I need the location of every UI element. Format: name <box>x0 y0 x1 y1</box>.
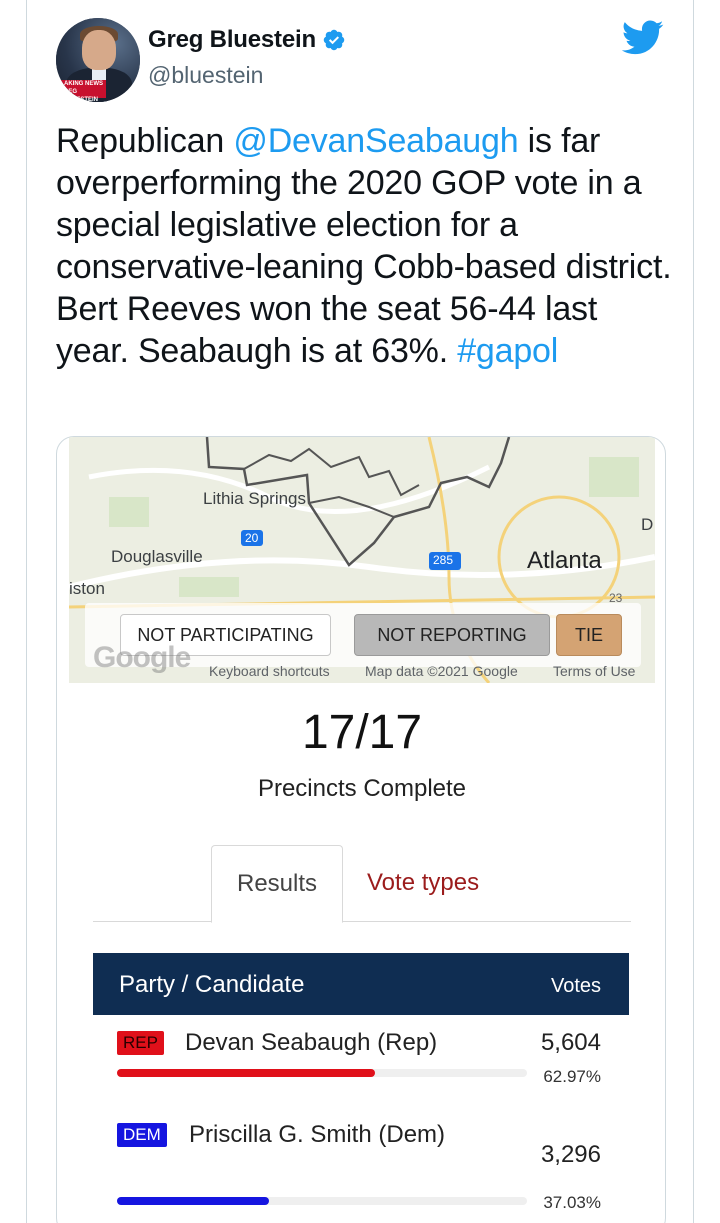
precincts-label: Precincts Complete <box>257 775 467 802</box>
candidate-votes: 3,296 <box>540 1141 601 1168</box>
author-avatar[interactable]: AKING NEWS REG BLUESTEIN <box>56 18 140 102</box>
tab-vote-types[interactable]: Vote types <box>367 869 479 897</box>
vote-share-bar <box>117 1069 527 1077</box>
header-candidate: Party / Candidate <box>119 971 305 998</box>
legend-tie[interactable]: TIE <box>556 614 622 656</box>
precincts-count: 17/17 <box>301 706 423 759</box>
tabs-divider <box>93 921 631 922</box>
map-label: iston <box>69 579 105 598</box>
map-label: Atlanta <box>527 547 602 574</box>
tweet-media-image[interactable]: Lithia Springs Douglasville Atlanta isto… <box>56 436 666 1223</box>
highway-shield: 20 <box>245 531 259 545</box>
candidate-votes: 5,604 <box>540 1029 601 1056</box>
map-label: Lithia Springs <box>203 489 307 508</box>
map-label: Douglasville <box>111 547 203 566</box>
party-badge-rep: REP <box>117 1031 164 1055</box>
author-handle[interactable]: @bluestein <box>148 62 263 89</box>
mention-link[interactable]: @DevanSeabaugh <box>233 122 518 160</box>
twitter-bird-icon[interactable] <box>622 20 664 56</box>
keyboard-shortcuts-link[interactable]: Keyboard shortcuts <box>209 663 330 679</box>
highway-shield: 285 <box>433 553 454 567</box>
candidate-percent: 62.97% <box>543 1067 601 1086</box>
tab-results[interactable]: Results <box>211 845 343 923</box>
candidate-percent: 37.03% <box>543 1193 601 1212</box>
terms-link[interactable]: Terms of Use <box>553 663 635 679</box>
candidate-name: Priscilla G. Smith (Dem) <box>189 1121 446 1148</box>
header-votes: Votes <box>550 975 601 997</box>
map-data-text: Map data ©2021 Google <box>365 663 518 679</box>
map-footer: Keyboard shortcuts Map data ©2021 Google… <box>69 663 655 683</box>
vote-share-fill <box>117 1069 376 1077</box>
tweet-text: Republican @DevanSeabaugh is far overper… <box>56 120 676 372</box>
candidate-name: Devan Seabaugh (Rep) <box>185 1029 438 1056</box>
results-table-header: Party / Candidate Votes <box>93 953 629 1015</box>
author-display-name[interactable]: Greg Bluestein <box>148 26 316 54</box>
legend-not-reporting[interactable]: NOT REPORTING <box>354 614 550 656</box>
party-badge-dem: DEM <box>117 1123 167 1147</box>
hashtag-link[interactable]: #gapol <box>457 332 558 370</box>
vote-share-bar <box>117 1197 527 1205</box>
tweet-text-part: Republican <box>56 122 234 160</box>
map-label: D <box>641 515 654 534</box>
district-map: Lithia Springs Douglasville Atlanta isto… <box>69 437 655 683</box>
vote-share-fill <box>117 1197 269 1205</box>
table-row: REP Devan Seabaugh (Rep) 5,604 62.97% <box>93 1015 629 1115</box>
verified-badge-icon <box>323 29 345 51</box>
table-row: DEM Priscilla G. Smith (Dem) 3,296 37.03… <box>93 1117 629 1223</box>
